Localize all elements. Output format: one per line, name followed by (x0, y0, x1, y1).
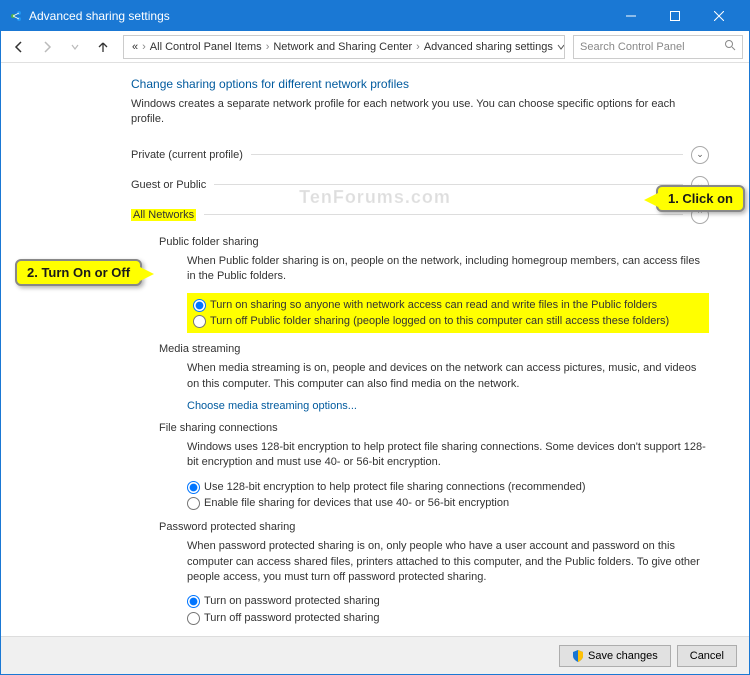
radio-128bit[interactable] (187, 481, 200, 494)
app-icon (9, 9, 23, 23)
section-label: Private (current profile) (131, 149, 243, 161)
section-label: Guest or Public (131, 179, 206, 191)
search-input[interactable]: Search Control Panel (573, 35, 743, 59)
footer: Save changes Cancel (1, 636, 749, 674)
minimize-button[interactable] (609, 1, 653, 31)
callout-1: 1. Click on (656, 185, 745, 212)
maximize-button[interactable] (653, 1, 697, 31)
chevron-down-icon[interactable]: ⌄ (691, 146, 709, 164)
radio-label[interactable]: Turn off password protected sharing (204, 611, 709, 625)
subsection-description: When password protected sharing is on, o… (187, 539, 709, 585)
titlebar: Advanced sharing settings (1, 1, 749, 31)
subsection-description: When media streaming is on, people and d… (187, 361, 709, 392)
subsection-title: Password protected sharing (159, 521, 295, 533)
breadcrumb[interactable]: « › All Control Panel Items › Network an… (123, 35, 565, 59)
recent-dropdown[interactable] (63, 35, 87, 59)
button-label: Cancel (690, 650, 724, 662)
cancel-button[interactable]: Cancel (677, 645, 737, 667)
radio-public-on[interactable] (193, 299, 206, 312)
breadcrumb-item[interactable]: Network and Sharing Center (271, 41, 414, 53)
chevron-right-icon: › (142, 41, 146, 53)
public-folder-radio-group: Turn on sharing so anyone with network a… (187, 293, 709, 334)
radio-4056bit[interactable] (187, 497, 200, 510)
radio-label[interactable]: Enable file sharing for devices that use… (204, 496, 709, 510)
breadcrumb-overflow[interactable]: « (130, 41, 140, 53)
page-description: Windows creates a separate network profi… (131, 97, 709, 128)
subsection-description: When Public folder sharing is on, people… (187, 254, 709, 285)
breadcrumb-item[interactable]: Advanced sharing settings (422, 41, 555, 53)
radio-password-off[interactable] (187, 612, 200, 625)
section-guest[interactable]: Guest or Public ⌄ (131, 170, 709, 200)
window-title: Advanced sharing settings (29, 9, 609, 23)
section-all-networks[interactable]: All Networks ⌃ (131, 200, 709, 230)
breadcrumb-item[interactable]: All Control Panel Items (148, 41, 264, 53)
subsection-title: Media streaming (159, 343, 240, 355)
shield-icon (572, 650, 584, 662)
radio-label[interactable]: Turn off Public folder sharing (people l… (210, 314, 703, 328)
search-placeholder: Search Control Panel (580, 41, 685, 53)
subsection-title: Public folder sharing (159, 236, 259, 248)
file-conn-radio-group: Use 128-bit encryption to help protect f… (187, 479, 709, 512)
radio-label[interactable]: Turn on sharing so anyone with network a… (210, 298, 703, 312)
forward-button[interactable] (35, 35, 59, 59)
chevron-right-icon: › (266, 41, 270, 53)
radio-label[interactable]: Use 128-bit encryption to help protect f… (204, 480, 709, 494)
subsection-password: Password protected sharing When password… (159, 521, 709, 626)
section-private[interactable]: Private (current profile) ⌄ (131, 140, 709, 170)
close-button[interactable] (697, 1, 741, 31)
radio-public-off[interactable] (193, 315, 206, 328)
subsection-description: Windows uses 128-bit encryption to help … (187, 440, 709, 471)
search-icon (724, 39, 736, 54)
subsection-public-folder: Public folder sharing When Public folder… (159, 236, 709, 333)
subsection-media: Media streaming When media streaming is … (159, 343, 709, 412)
password-radio-group: Turn on password protected sharing Turn … (187, 593, 709, 626)
media-options-link[interactable]: Choose media streaming options... (187, 400, 357, 412)
subsection-file-connections: File sharing connections Windows uses 12… (159, 422, 709, 511)
radio-label[interactable]: Turn on password protected sharing (204, 594, 709, 608)
radio-password-on[interactable] (187, 595, 200, 608)
subsection-title: File sharing connections (159, 422, 278, 434)
content-area: Change sharing options for different net… (1, 63, 749, 638)
back-button[interactable] (7, 35, 31, 59)
chevron-right-icon: › (416, 41, 420, 53)
button-label: Save changes (588, 650, 658, 662)
up-button[interactable] (91, 35, 115, 59)
page-heading: Change sharing options for different net… (131, 77, 709, 91)
callout-2: 2. Turn On or Off (15, 259, 142, 286)
toolbar: « › All Control Panel Items › Network an… (1, 31, 749, 63)
breadcrumb-dropdown[interactable] (557, 36, 565, 58)
save-button[interactable]: Save changes (559, 645, 671, 667)
section-label: All Networks (131, 209, 196, 221)
